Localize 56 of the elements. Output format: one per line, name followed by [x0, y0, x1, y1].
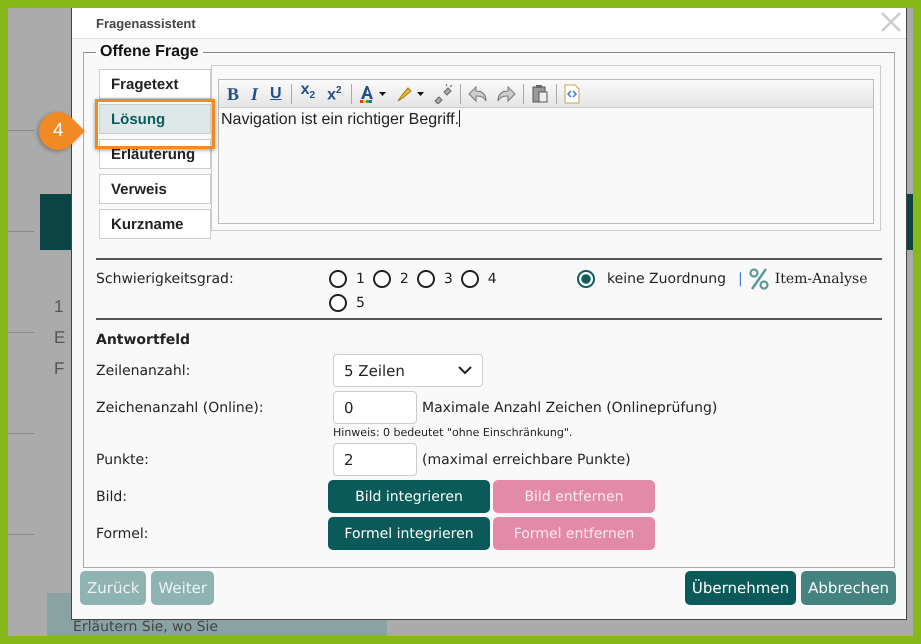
dialog-title: Fragenassistent — [96, 16, 196, 30]
radio-button[interactable] — [329, 270, 347, 288]
tab[interactable]: Verweis — [99, 174, 211, 204]
field-note: (maximal erreichbare Punkte) — [422, 452, 631, 468]
field-label: Schwierigkeitsgrad: — [96, 270, 235, 289]
broken-link-icon[interactable] — [432, 84, 454, 104]
undo-icon[interactable] — [466, 84, 489, 104]
section-title: Offene Frage — [99, 43, 200, 61]
radio-label: 1 — [356, 271, 365, 287]
field-label: Punkte: — [96, 452, 150, 468]
radio-label: 2 — [400, 271, 409, 287]
tab[interactable]: Fragetext — [99, 69, 211, 99]
field-note: Maximale Anzahl Zeichen (Onlineprüfung) — [422, 400, 718, 416]
tab[interactable]: Kurzname — [99, 209, 211, 239]
background-text: F — [54, 358, 66, 380]
clipboard-icon[interactable] — [530, 84, 550, 104]
field-label: Bild: — [96, 488, 128, 504]
text-color-icon[interactable] — [358, 84, 388, 104]
tab[interactable]: Lösung — [99, 104, 211, 134]
editor-text[interactable]: Navigation ist ein richtiger Begriff. — [219, 108, 873, 131]
background-text: Erläutern Sie, wo Sie — [73, 619, 218, 636]
field-label: Formel: — [96, 526, 150, 542]
radio-label: keine Zuordnung — [607, 271, 726, 287]
radio-label: 5 — [356, 295, 365, 311]
bold-button[interactable]: B — [224, 84, 242, 104]
field-label: Zeilenanzahl: — [96, 362, 192, 378]
underline-button[interactable]: U — [267, 84, 285, 104]
separator-text: | — [738, 270, 743, 287]
chevron-down-icon — [458, 366, 472, 375]
dialog-button[interactable]: Übernehmen — [684, 571, 796, 605]
section-heading: Antwortfeld — [96, 332, 192, 348]
item-analysis-link[interactable]: Item-Analyse — [774, 268, 868, 287]
radio-button[interactable] — [416, 270, 435, 288]
radio-label: 4 — [488, 271, 497, 287]
radio-label: 3 — [444, 271, 453, 287]
background-text: E — [54, 327, 66, 349]
radio-button[interactable] — [329, 294, 347, 312]
input-field[interactable]: 2 — [333, 443, 417, 476]
percent-icon[interactable] — [748, 268, 769, 290]
dialog-button[interactable]: Abbrechen — [801, 571, 896, 605]
superscript-button[interactable]: x$^{2}$ — [324, 81, 345, 106]
italic-button[interactable]: I — [248, 84, 262, 104]
rows-dropdown[interactable]: 5 Zeilen — [333, 354, 483, 387]
subscript-button[interactable]: x$_{2}$ — [298, 80, 318, 107]
radio-button[interactable] — [460, 270, 479, 288]
hint-text: Hinweis: 0 bedeutet "ohne Einschränkung". — [333, 426, 572, 439]
image-button[interactable]: Bild integrieren — [328, 480, 490, 513]
field-label: Zeichenanzahl (Online): — [96, 400, 265, 416]
input-field[interactable]: 0 — [333, 391, 417, 424]
tab[interactable]: Erläuterung — [99, 139, 211, 169]
code-file-icon[interactable] — [562, 84, 581, 104]
radio-button[interactable] — [577, 270, 595, 288]
redo-icon[interactable] — [494, 84, 517, 104]
formula-button[interactable]: Formel integrieren — [328, 517, 490, 550]
background-text: 1 — [54, 296, 64, 318]
radio-button[interactable] — [372, 270, 391, 288]
